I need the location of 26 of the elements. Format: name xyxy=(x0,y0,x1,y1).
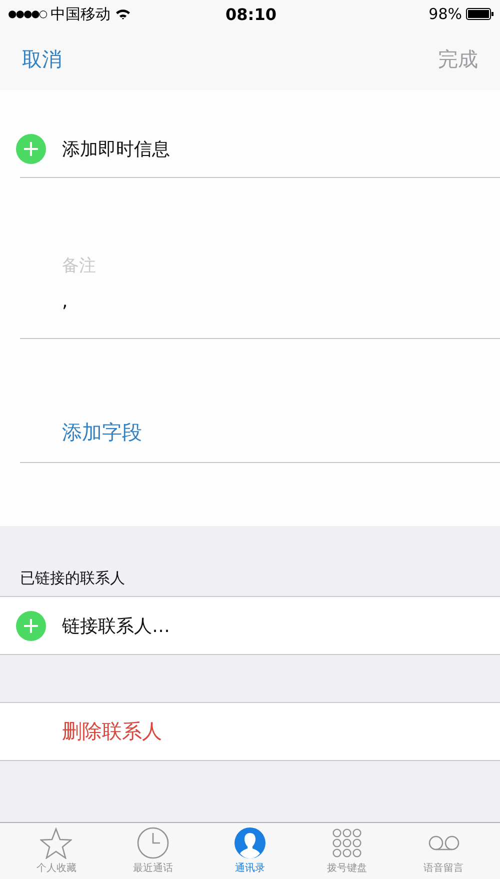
keypad-icon xyxy=(330,827,363,859)
add-field-button[interactable]: 添加字段 xyxy=(62,419,142,446)
clock-time: 08:10 xyxy=(226,4,276,24)
wifi-icon xyxy=(114,8,131,20)
list-row[interactable]: 链接联系人… xyxy=(0,596,500,655)
star-icon xyxy=(40,827,72,859)
list-row[interactable]: 删除联系人 xyxy=(0,702,500,761)
tab-button[interactable]: 语音留言 xyxy=(404,823,484,879)
carrier-name: 中国移动 xyxy=(50,4,111,24)
link-contact-label: 链接联系人… xyxy=(62,614,170,638)
tab-button[interactable]: 个人收藏 xyxy=(16,823,96,879)
add-icon xyxy=(16,610,46,640)
add-im-label[interactable]: 添加即时信息 xyxy=(62,136,170,160)
section-header: 已链接的联系人 xyxy=(19,569,126,589)
notes-value: , xyxy=(62,291,68,312)
tab-button[interactable]: 拨号键盘 xyxy=(306,823,387,879)
clock-icon xyxy=(137,827,170,859)
delete-contact-label: 删除联系人 xyxy=(62,718,162,745)
signal-dots: ●●●●○ xyxy=(8,8,47,20)
tab-button[interactable]: 通讯录 xyxy=(210,823,290,879)
battery-percent: 98% xyxy=(428,5,462,23)
tab-button[interactable]: 最近通话 xyxy=(113,823,194,879)
cancel-button[interactable]: 取消 xyxy=(22,46,62,72)
battery-icon xyxy=(466,8,494,20)
person-icon xyxy=(234,827,266,859)
add-icon xyxy=(16,134,46,164)
